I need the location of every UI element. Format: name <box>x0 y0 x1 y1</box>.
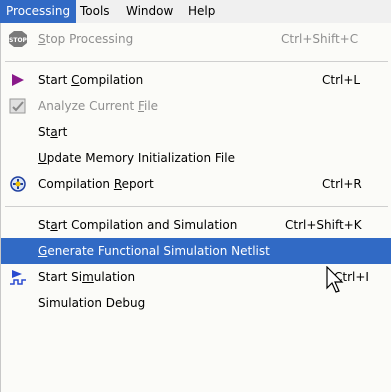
menu-item-start[interactable]: Start <box>1 119 391 145</box>
menu-item-shortcut: Ctrl+R <box>322 177 362 191</box>
menu-item-label: Simulation Debug <box>38 296 146 310</box>
stop-icon: STOP <box>9 31 27 47</box>
menu-item-label: Start Compilation and Simulation <box>38 218 238 232</box>
menu-item-label: Start <box>38 125 68 139</box>
compilation-report-icon <box>10 176 26 192</box>
menu-item-label: Stop Processing <box>38 32 134 46</box>
menu-item-shortcut: Ctrl+Shift+K <box>285 218 362 232</box>
menu-item-label: Compilation Report <box>38 177 154 191</box>
menu-item-shortcut: Ctrl+L <box>322 73 361 87</box>
simulation-waveform-icon <box>10 270 26 285</box>
menu-item-stop-processing[interactable]: STOP Stop Processing Ctrl+Shift+C <box>1 26 391 52</box>
menu-item-label: Start Simulation <box>38 270 136 284</box>
menu-item-label: Analyze Current File <box>38 99 159 113</box>
menu-window[interactable]: Window <box>120 0 179 23</box>
menu-item-generate-functional-simulation-netlist[interactable]: Generate Functional Simulation Netlist <box>1 238 391 264</box>
menu-item-label: Update Memory Initialization File <box>38 151 235 165</box>
menu-help[interactable]: Help <box>182 0 221 23</box>
menu-item-label: Start Compilation <box>38 73 144 87</box>
menu-item-label: Generate Functional Simulation Netlist <box>38 244 270 258</box>
menu-processing[interactable]: Processing <box>0 0 77 23</box>
menu-separator <box>5 206 388 207</box>
processing-dropdown-menu: STOP Stop Processing Ctrl+Shift+C Start … <box>0 23 391 392</box>
menu-bar: Processing Tools Window Help <box>0 0 391 24</box>
menu-tools[interactable]: Tools <box>74 0 116 23</box>
menu-separator <box>5 61 388 62</box>
svg-text:STOP: STOP <box>9 37 27 44</box>
menu-item-analyze-current-file[interactable]: Analyze Current File <box>1 93 391 119</box>
play-arrow-icon <box>12 74 24 86</box>
menu-item-update-memory-initialization-file[interactable]: Update Memory Initialization File <box>1 145 391 171</box>
menu-item-start-compilation[interactable]: Start Compilation Ctrl+L <box>1 67 391 93</box>
menu-item-start-compilation-and-simulation[interactable]: Start Compilation and Simulation Ctrl+Sh… <box>1 212 391 238</box>
analyze-file-icon <box>9 98 26 114</box>
mouse-cursor-icon <box>326 266 344 293</box>
menu-item-shortcut: Ctrl+Shift+C <box>281 32 359 46</box>
menu-item-compilation-report[interactable]: Compilation Report Ctrl+R <box>1 171 391 197</box>
